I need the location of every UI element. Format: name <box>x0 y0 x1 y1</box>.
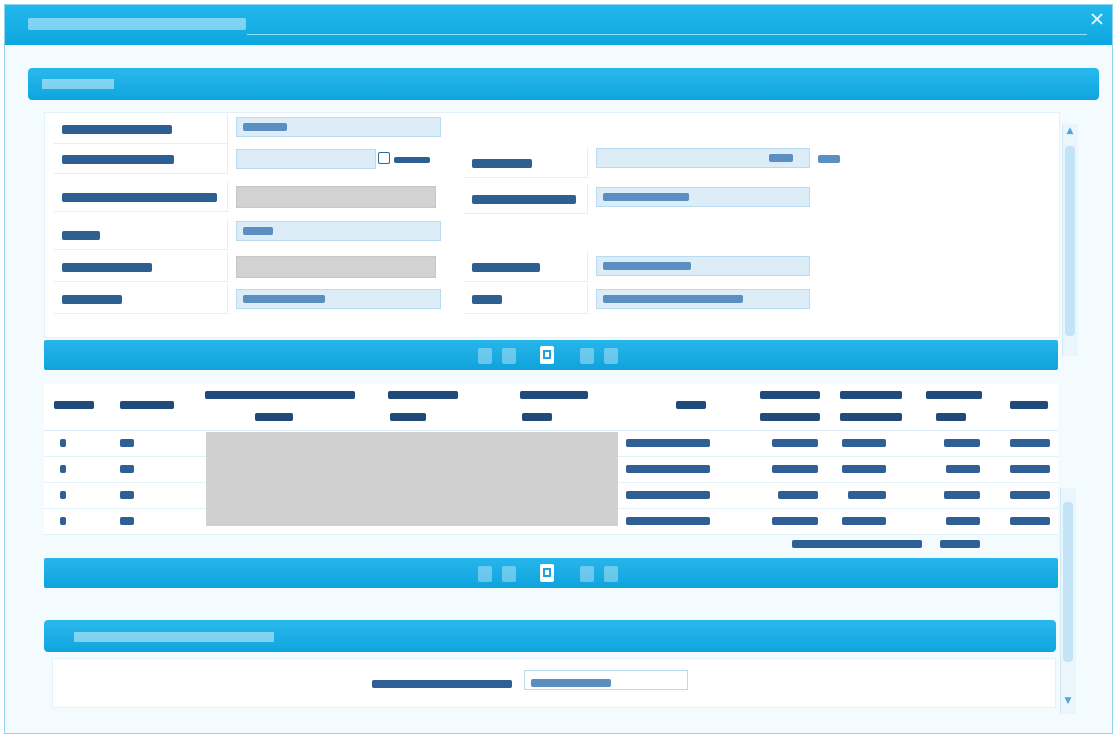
calendar-icon[interactable] <box>378 152 390 164</box>
pager-prev-button[interactable] <box>502 348 516 364</box>
form-label-right-3 <box>464 252 588 282</box>
column-header-5 <box>520 388 590 402</box>
panel-title <box>42 79 114 89</box>
column-header-2 <box>120 398 180 412</box>
pager-last-button-bottom[interactable] <box>604 566 618 582</box>
redacted-block <box>206 432 618 526</box>
column-header-3 <box>205 388 355 402</box>
form-field-5 <box>236 256 436 278</box>
column-header-7 <box>760 388 824 402</box>
pager-first-button-bottom[interactable] <box>478 566 492 582</box>
form-field-2[interactable] <box>236 149 376 169</box>
form-label-3 <box>54 182 228 212</box>
total-label <box>792 540 922 548</box>
pager-next-button[interactable] <box>580 348 594 364</box>
column-subheader-4 <box>390 410 450 424</box>
scrollbar-upper-thumb[interactable] <box>1065 146 1075 336</box>
form-label-4 <box>54 220 228 250</box>
column-subheader-5 <box>522 410 582 424</box>
section-field-label <box>372 680 512 688</box>
section-header[interactable] <box>44 620 1056 652</box>
form-select-right-1-unit <box>818 155 840 163</box>
form-field-right-4[interactable] <box>596 289 810 309</box>
form-label-right-2 <box>464 184 588 214</box>
column-header-8 <box>840 388 904 402</box>
form-label-right-1 <box>464 148 588 178</box>
column-subheader-9 <box>936 410 996 424</box>
form-select-right-1[interactable] <box>596 148 810 168</box>
section-field-input[interactable] <box>524 670 688 690</box>
column-header-6 <box>676 398 716 412</box>
panel-header[interactable] <box>28 68 1099 100</box>
close-icon[interactable]: × <box>1088 10 1106 28</box>
pager-prev-button-bottom[interactable] <box>502 566 516 582</box>
form-label-right-4 <box>464 284 588 314</box>
column-subheader-3 <box>255 410 315 424</box>
form-field-6[interactable] <box>236 289 441 309</box>
pager-last-button[interactable] <box>604 348 618 364</box>
column-subheader-7 <box>760 410 824 424</box>
total-value <box>940 540 980 548</box>
form-field-2-unit <box>394 157 430 163</box>
form-field-1[interactable] <box>236 117 441 137</box>
form-field-right-3[interactable] <box>596 256 810 276</box>
scrollbar-lower-thumb[interactable] <box>1063 502 1073 662</box>
column-header-4 <box>388 388 458 402</box>
page-icon[interactable] <box>540 346 554 364</box>
column-header-1 <box>54 398 94 412</box>
form-field-right-2[interactable] <box>596 187 810 207</box>
form-label-1 <box>54 114 228 144</box>
scroll-up-icon[interactable]: ▲ <box>1064 126 1076 136</box>
form-field-3 <box>236 186 436 208</box>
form-field-4[interactable] <box>236 221 441 241</box>
column-subheader-8 <box>840 410 904 424</box>
section-title <box>74 632 274 642</box>
scroll-down-icon[interactable]: ▼ <box>1062 696 1074 706</box>
window-title <box>28 18 246 30</box>
column-header-10 <box>1010 398 1050 412</box>
pager-next-button-bottom[interactable] <box>580 566 594 582</box>
column-header-9 <box>926 388 986 402</box>
form-label-6 <box>54 284 228 314</box>
title-underline <box>247 34 1087 35</box>
page-icon-bottom[interactable] <box>540 564 554 582</box>
form-label-5 <box>54 252 228 282</box>
form-label-2 <box>54 144 228 174</box>
pager-first-button[interactable] <box>478 348 492 364</box>
